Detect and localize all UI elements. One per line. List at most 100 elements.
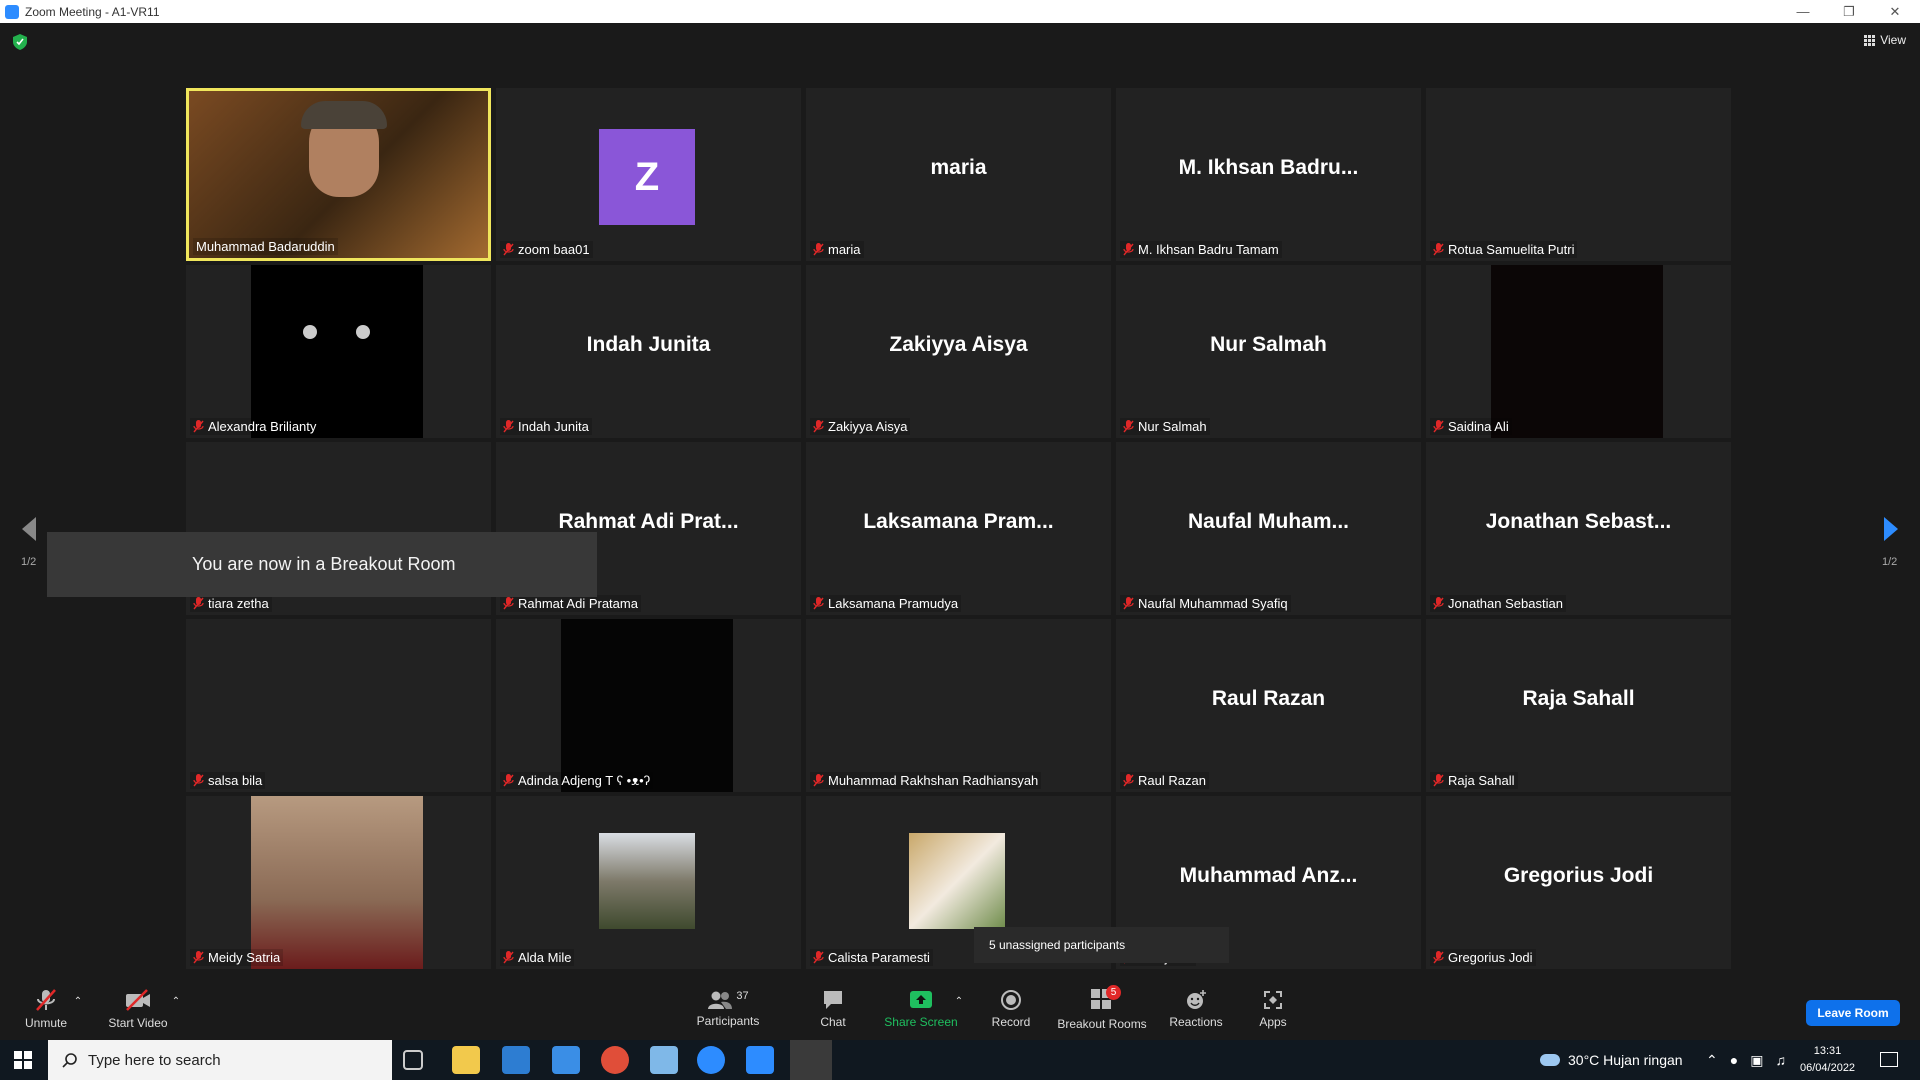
participant-name-label: zoom baa01 <box>500 241 593 258</box>
unmute-label: Unmute <box>24 1016 68 1030</box>
network-icon[interactable]: ▣ <box>1750 1052 1763 1069</box>
apps-label: Apps <box>1259 1015 1287 1029</box>
participant-tile[interactable]: Raul Razan Raul Razan <box>1116 619 1421 792</box>
participant-tile[interactable]: Alexandra Brilianty <box>186 265 491 438</box>
record-button[interactable]: Record <box>985 978 1037 1040</box>
participant-tile[interactable]: maria maria <box>806 88 1111 261</box>
participant-tile[interactable]: Muhammad Badaruddin <box>186 88 491 261</box>
participant-name-label: maria <box>810 241 864 258</box>
task-view-icon[interactable] <box>403 1050 423 1070</box>
chrome-icon[interactable] <box>601 1046 629 1074</box>
participant-name: Meidy Satria <box>208 950 281 965</box>
mic-muted-icon <box>193 951 204 964</box>
participant-display-name: Raja Sahall <box>1522 687 1635 710</box>
participant-tile[interactable]: Rotua Samuelita Putri <box>1426 88 1731 261</box>
participant-tile[interactable]: Gregorius Jodi Gregorius Jodi <box>1426 796 1731 969</box>
restore-icon[interactable]: ❐ <box>1826 0 1872 23</box>
breakout-room-toast: You are now in a Breakout Room <box>47 532 597 597</box>
participants-button[interactable]: 37 Participants <box>692 978 764 1040</box>
app-icon[interactable] <box>650 1046 678 1074</box>
participant-name-label: tiara zetha <box>190 595 272 612</box>
participant-display-name: Jonathan Sebast... <box>1485 510 1672 533</box>
participant-tile[interactable]: salsa bila <box>186 619 491 792</box>
participant-display-name: Muhammad Anz... <box>1179 864 1358 887</box>
participant-tile[interactable]: Adinda Adjeng T ʕ •ᴥ•ʔ <box>496 619 801 792</box>
participant-tile[interactable]: Jonathan Sebast... Jonathan Sebastian <box>1426 442 1731 615</box>
participant-tile[interactable]: Meidy Satria <box>186 796 491 969</box>
start-video-label: Start Video <box>108 1016 168 1030</box>
chat-button[interactable]: Chat <box>808 978 858 1040</box>
file-explorer-icon[interactable] <box>452 1046 480 1074</box>
taskbar-search-box[interactable]: Type here to search <box>48 1040 392 1080</box>
participant-name-label: Alexandra Brilianty <box>190 418 320 435</box>
teamviewer-icon[interactable] <box>697 1046 725 1074</box>
windows-taskbar: Type here to search 30°C Hujan ringan ⌃ … <box>0 1040 1920 1080</box>
previous-page-arrow-icon[interactable] <box>18 515 38 543</box>
mic-muted-icon <box>1123 597 1134 610</box>
participant-tile[interactable]: Muhammad Rakhshan Radhiansyah <box>806 619 1111 792</box>
mail-icon[interactable] <box>552 1046 580 1074</box>
breakout-rooms-button[interactable]: 5 Breakout Rooms <box>1056 978 1148 1040</box>
participant-tile[interactable]: Naufal Muham... Naufal Muhammad Syafiq <box>1116 442 1421 615</box>
participant-tile[interactable]: Alda Mile <box>496 796 801 969</box>
security-shield-icon[interactable] <box>13 34 27 50</box>
cloud-rain-icon <box>1540 1054 1560 1066</box>
participant-display-name: Rahmat Adi Prat... <box>558 510 739 533</box>
taskbar-clock[interactable]: 13:31 06/04/2022 <box>1800 1043 1855 1077</box>
participant-tile[interactable]: Raja Sahall Raja Sahall <box>1426 619 1731 792</box>
audio-options-caret[interactable]: ⌃ <box>72 978 84 1040</box>
participant-tile[interactable]: Zakiyya Aisya Zakiyya Aisya <box>806 265 1111 438</box>
participant-name-label: Muhammad Rakhshan Radhiansyah <box>810 772 1042 789</box>
participant-name-label: Muhammad Badaruddin <box>193 238 338 255</box>
weather-text: 30°C Hujan ringan <box>1568 1052 1683 1068</box>
participant-name: Adinda Adjeng T ʕ •ᴥ•ʔ <box>518 773 651 788</box>
speaker-cap <box>301 101 387 129</box>
close-icon[interactable]: ✕ <box>1872 0 1918 23</box>
mic-muted-icon <box>1433 420 1444 433</box>
windows-start-icon[interactable] <box>14 1051 32 1069</box>
participant-name-label: Meidy Satria <box>190 949 284 966</box>
mic-muted-icon <box>193 597 204 610</box>
participant-name-label: Saidina Ali <box>1430 418 1512 435</box>
participant-name: Rotua Samuelita Putri <box>1448 242 1575 257</box>
participant-tile[interactable]: Zzoom baa01 <box>496 88 801 261</box>
mic-muted-icon <box>1123 420 1134 433</box>
chevron-up-icon[interactable]: ⌃ <box>1706 1052 1718 1069</box>
microphone-icon[interactable]: ● <box>1730 1052 1738 1068</box>
participant-name: salsa bila <box>208 773 263 788</box>
volume-icon[interactable]: ♫ <box>1775 1052 1786 1068</box>
participant-name: Jonathan Sebastian <box>1448 596 1563 611</box>
next-page-arrow-icon[interactable] <box>1882 515 1902 543</box>
participant-tile[interactable]: Nur Salmah Nur Salmah <box>1116 265 1421 438</box>
meeting-toolbar: Unmute ⌃ Start Video ⌃ 37 Participants C… <box>0 978 1920 1040</box>
reactions-button[interactable]: Reactions <box>1166 978 1226 1040</box>
participant-name-label: Raul Razan <box>1120 772 1209 789</box>
participant-display-name: Raul Razan <box>1211 687 1326 710</box>
view-button[interactable]: View <box>1864 33 1906 47</box>
zoom-taskbar-icon[interactable] <box>746 1046 774 1074</box>
start-video-button[interactable]: Start Video <box>106 978 170 1040</box>
weather-widget[interactable]: 30°C Hujan ringan <box>1540 1040 1683 1080</box>
video-options-caret[interactable]: ⌃ <box>170 978 182 1040</box>
apps-button[interactable]: Apps <box>1252 978 1294 1040</box>
notification-icon[interactable] <box>1880 1052 1898 1067</box>
share-screen-button[interactable]: Share Screen <box>884 978 958 1040</box>
participant-tile[interactable]: Laksamana Pram... Laksamana Pramudya <box>806 442 1111 615</box>
chat-icon <box>824 991 842 1009</box>
chrome-active-icon[interactable] <box>790 1040 832 1080</box>
minimize-icon[interactable]: — <box>1780 0 1826 23</box>
video-off-icon <box>126 989 150 1011</box>
mic-muted-icon <box>503 951 514 964</box>
microsoft-store-icon[interactable] <box>502 1046 530 1074</box>
unmute-button[interactable]: Unmute <box>20 978 72 1040</box>
share-options-caret[interactable]: ⌃ <box>953 978 965 1040</box>
participant-tile[interactable]: Indah Junita Indah Junita <box>496 265 801 438</box>
participant-display-name: Naufal Muham... <box>1187 510 1350 533</box>
participant-display-name: Zakiyya Aisya <box>889 333 1028 356</box>
participant-tile[interactable]: M. Ikhsan Badru... M. Ikhsan Badru Tamam <box>1116 88 1421 261</box>
participant-name: zoom baa01 <box>518 242 590 257</box>
leave-room-button[interactable]: Leave Room <box>1806 1000 1900 1026</box>
participant-tile[interactable]: Saidina Ali <box>1426 265 1731 438</box>
participant-photo <box>251 796 423 969</box>
participant-display-name: maria <box>930 156 987 179</box>
